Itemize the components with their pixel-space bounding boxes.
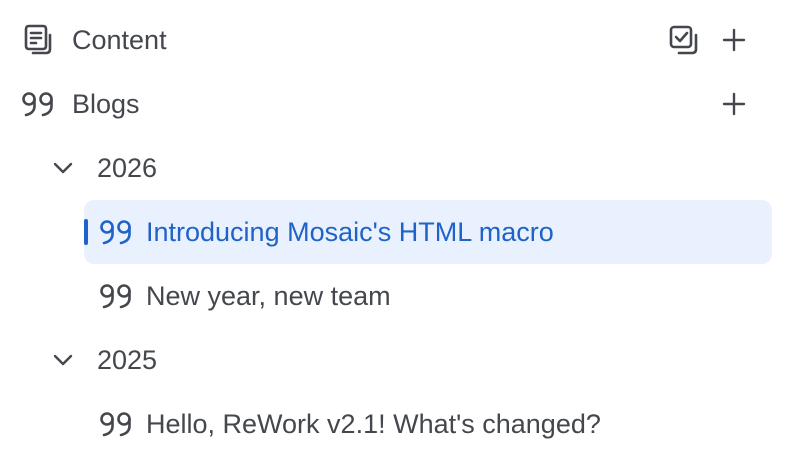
quote-icon xyxy=(18,84,58,124)
tree-item-post[interactable]: Introducing Mosaic's HTML macro xyxy=(84,200,772,264)
post-title: New year, new team xyxy=(146,280,391,311)
chevron-down-icon[interactable] xyxy=(44,149,82,187)
post-title: Hello, ReWork v2.1! What's changed? xyxy=(146,408,601,439)
content-section-label: Content xyxy=(72,24,167,55)
chevron-down-icon[interactable] xyxy=(44,341,82,379)
blogs-section-actions xyxy=(716,72,752,136)
content-tree: Content Blogs 2026 Introducing Mosaic's … xyxy=(0,0,794,466)
stacked-checkbox-icon[interactable] xyxy=(666,22,702,58)
content-section-actions xyxy=(666,8,752,72)
year-label: 2026 xyxy=(97,152,158,183)
blogs-section-row[interactable]: Blogs xyxy=(18,72,778,136)
plus-icon[interactable] xyxy=(716,22,752,58)
year-label: 2025 xyxy=(97,344,158,375)
document-lines-icon xyxy=(18,20,58,60)
tree-item-post[interactable]: Hello, ReWork v2.1! What's changed? xyxy=(84,392,772,456)
quote-icon xyxy=(96,404,136,444)
plus-icon[interactable] xyxy=(716,86,752,122)
post-title: Introducing Mosaic's HTML macro xyxy=(146,216,554,247)
selection-indicator xyxy=(84,219,88,245)
quote-icon xyxy=(96,212,136,252)
blogs-section-label: Blogs xyxy=(72,88,140,119)
year-row-2026[interactable]: 2026 xyxy=(44,136,744,200)
content-section-row[interactable]: Content xyxy=(18,8,778,72)
year-row-2025[interactable]: 2025 xyxy=(44,328,744,392)
quote-icon xyxy=(96,276,136,316)
tree-item-post[interactable]: New year, new team xyxy=(84,264,772,328)
